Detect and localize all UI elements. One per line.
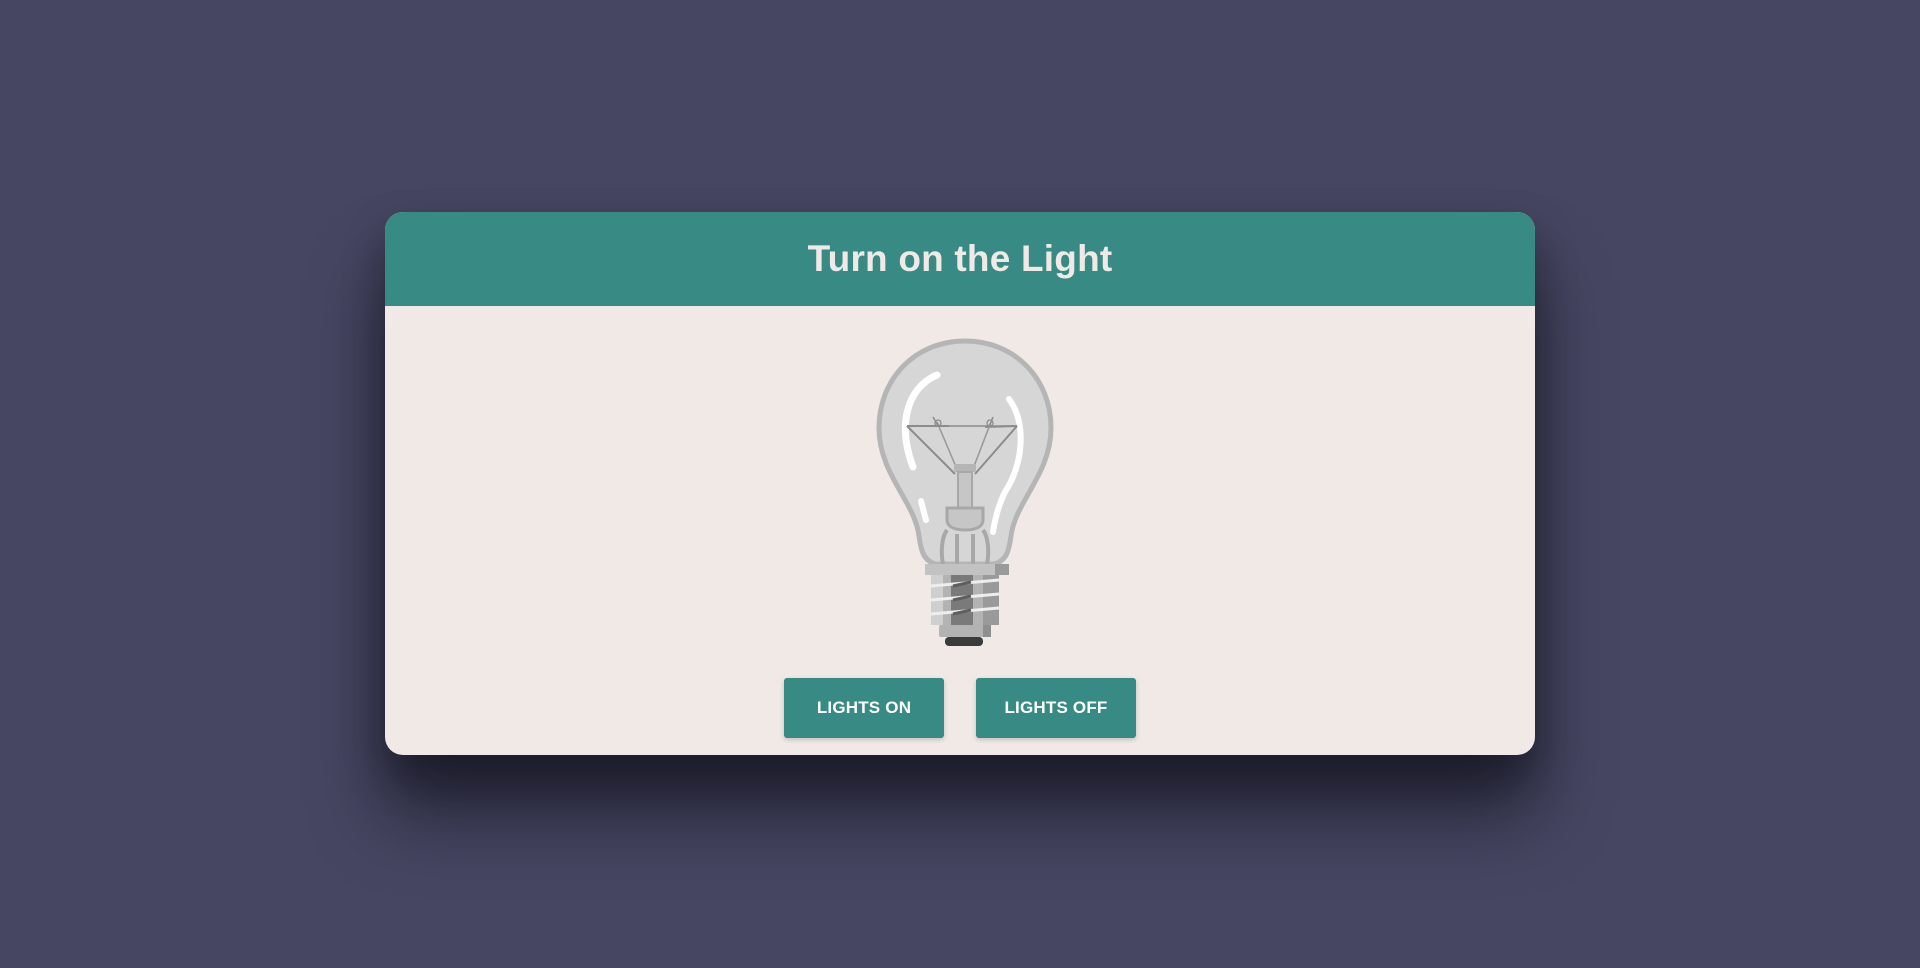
lights-on-button[interactable]: LIGHTS ON xyxy=(784,678,944,738)
light-card: Turn on the Light LIGHTS ON LIGHTS OFF xyxy=(385,212,1535,755)
page-title: Turn on the Light xyxy=(807,238,1113,279)
lights-off-button[interactable]: LIGHTS OFF xyxy=(976,678,1136,738)
lightbulb-icon xyxy=(855,324,1075,654)
card-header: Turn on the Light xyxy=(385,212,1535,306)
